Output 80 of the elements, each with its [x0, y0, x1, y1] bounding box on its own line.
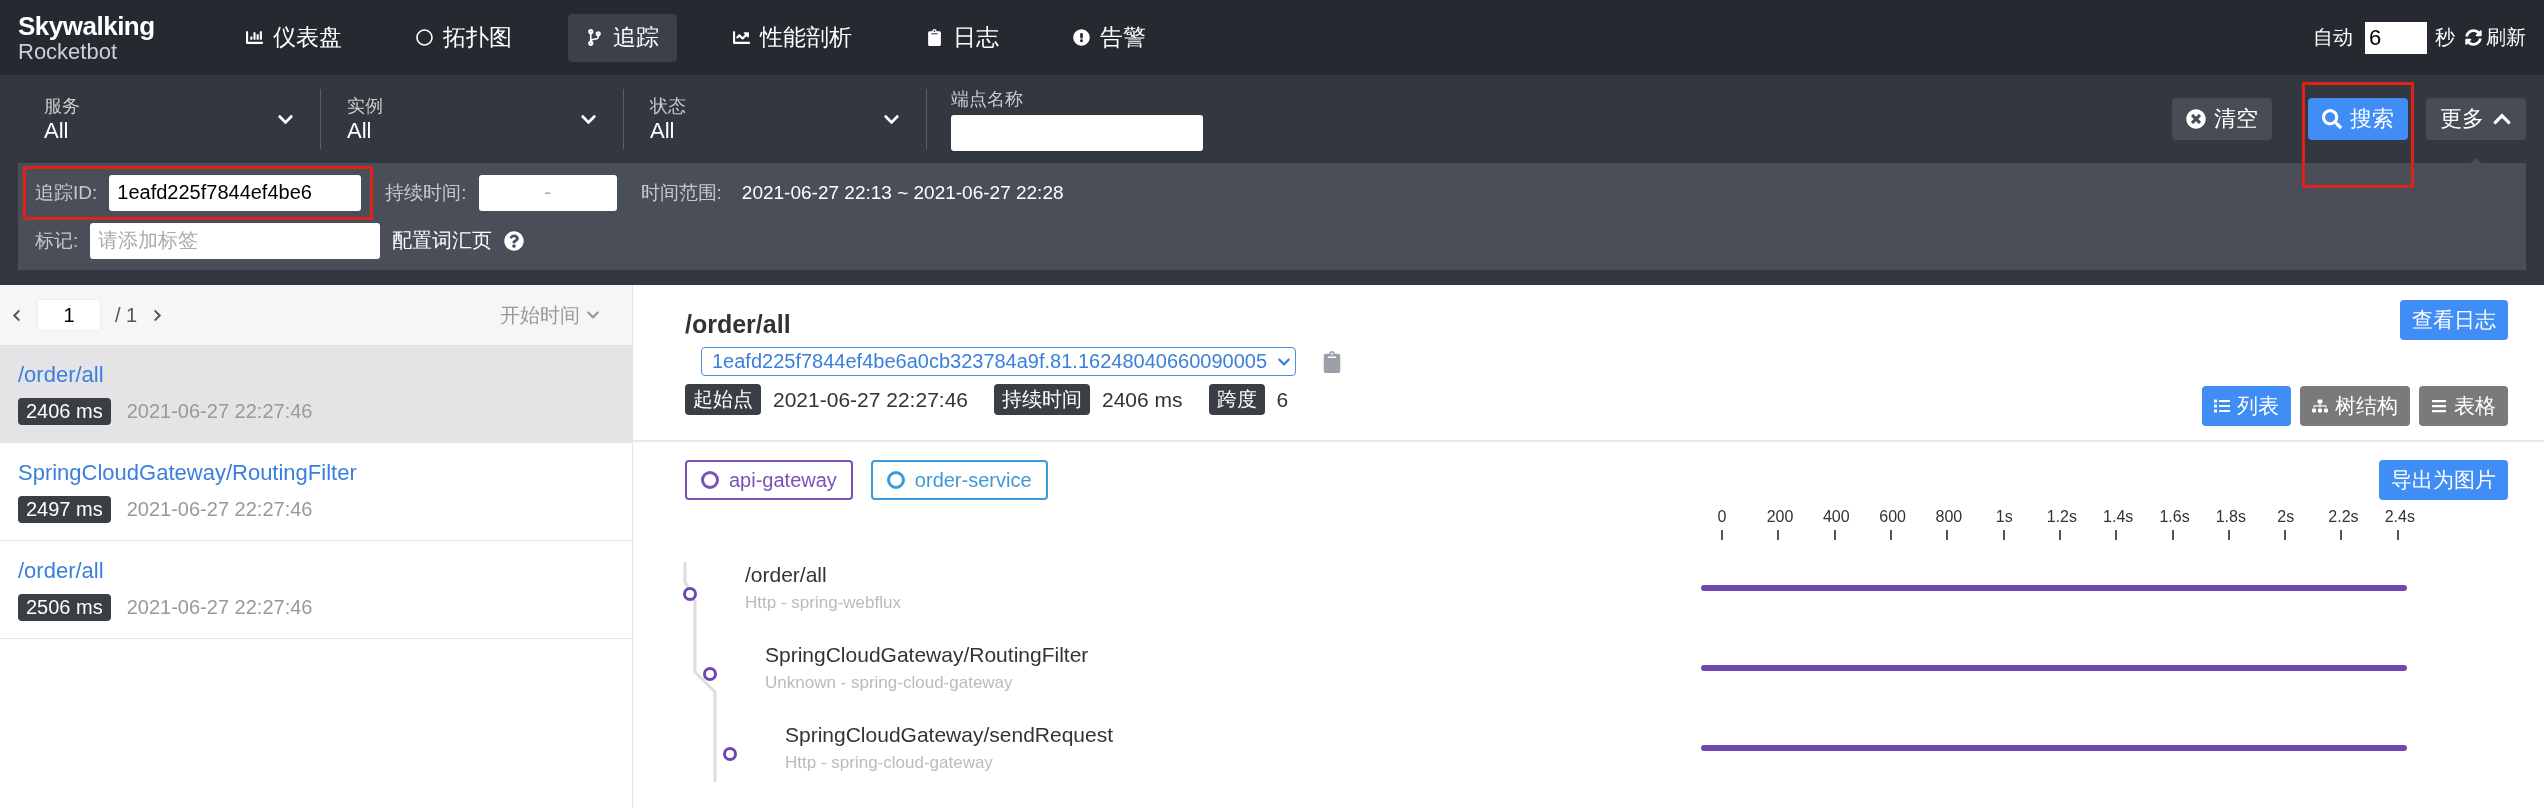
tag-field[interactable]: 请添加标签: [90, 222, 381, 259]
duration-field[interactable]: -: [478, 174, 617, 211]
help-icon[interactable]: [504, 230, 525, 251]
vocabulary-link[interactable]: 配置词汇页: [392, 227, 493, 254]
view-button[interactable]: 树结构: [2300, 386, 2410, 426]
trace-endpoint: SpringCloudGateway/RoutingFilter: [18, 460, 358, 486]
more-button[interactable]: 更多: [2426, 98, 2526, 140]
select-value: All: [44, 118, 70, 144]
auto-label: 自动: [2313, 25, 2353, 50]
previous-page-icon[interactable]: [10, 308, 23, 322]
meta-label: 持续时间: [994, 384, 1090, 415]
span-node: [703, 667, 717, 681]
span-name[interactable]: SpringCloudGateway/RoutingFilter: [765, 643, 1701, 667]
meta-value: 2021-06-27 22:27:46: [773, 387, 968, 412]
meta-label: 起始点: [685, 384, 761, 415]
select-label: 实例: [347, 95, 384, 118]
clipboard-icon: [926, 29, 943, 46]
select-value: All: [650, 118, 676, 144]
service-tag[interactable]: api-gateway: [685, 460, 853, 500]
alert-icon: [1073, 29, 1090, 46]
meta-label: 跨度: [1208, 384, 1265, 415]
trace-endpoint: /order/all: [18, 362, 105, 388]
logo-brand: Skywalking: [18, 11, 156, 40]
duration-tag: 2506 ms: [18, 594, 111, 621]
view-button[interactable]: 表格: [2419, 386, 2508, 426]
nav-item[interactable]: 日志: [908, 13, 1017, 62]
page-total: / 1: [115, 303, 138, 327]
list-icon: [2214, 398, 2230, 414]
logo-product: Rocketbot: [18, 39, 118, 64]
select-label: 服务: [44, 95, 81, 118]
duration-tag: 2406 ms: [18, 398, 111, 425]
trace-time: 2021-06-27 22:27:46: [126, 400, 313, 423]
filter-select[interactable]: 状态 All: [624, 89, 927, 149]
trace-title: /order/all: [685, 310, 792, 339]
meta-value: 6: [1276, 387, 1289, 412]
refresh-icon: [2465, 29, 2482, 46]
nav-item[interactable]: 性能剖析: [715, 13, 870, 62]
unit-label: 秒: [2435, 25, 2455, 50]
search-icon: [2322, 109, 2342, 129]
table-icon: [2431, 398, 2447, 414]
time-range-label: 时间范围:: [640, 180, 722, 205]
span-type: Http - spring-cloud-gateway: [785, 753, 994, 773]
tag-label: 标记:: [35, 228, 79, 253]
trace-id-label: 追踪ID:: [35, 180, 98, 205]
span-node: [683, 587, 697, 601]
span-type: Unknown - spring-cloud-gateway: [765, 673, 1014, 693]
bar-chart-icon: [246, 29, 263, 46]
branch-icon: [586, 29, 603, 46]
span-type: Http - spring-webflux: [745, 593, 902, 613]
page-field[interactable]: 1: [37, 299, 101, 331]
select-value: All: [347, 118, 373, 144]
filter-select[interactable]: 服务 All: [18, 89, 321, 149]
nav-item[interactable]: 追踪: [568, 13, 677, 62]
interval-field[interactable]: 6: [2365, 21, 2427, 54]
clear-button[interactable]: 清空: [2172, 98, 2272, 140]
endpoint-field[interactable]: [951, 115, 1203, 151]
refresh-button[interactable]: 刷新: [2465, 24, 2526, 51]
nav-item[interactable]: 拓扑图: [398, 13, 530, 62]
trace-id-select[interactable]: 1eafd225f7844ef4be6a0cb323784a9f.81.16248040660090005: [701, 347, 1296, 376]
line-chart-icon: [733, 29, 750, 46]
select-label: 状态: [650, 95, 687, 118]
hierarchy-icon: [2312, 398, 2328, 414]
duration-label: 持续时间:: [385, 180, 467, 205]
span-node: [723, 747, 737, 761]
trace-time: 2021-06-27 22:27:46: [126, 596, 313, 619]
span-name[interactable]: SpringCloudGateway/sendRequest: [785, 723, 1701, 747]
trace-time: 2021-06-27 22:27:46: [126, 498, 313, 521]
time-range-value: 2021-06-27 22:13 ~ 2021-06-27 22:28: [741, 181, 1064, 204]
filter-select[interactable]: 实例 All: [321, 89, 624, 149]
duration-tag: 2497 ms: [18, 496, 111, 523]
clipboard-icon[interactable]: [1322, 350, 1342, 373]
span-name[interactable]: /order/all: [745, 563, 1701, 587]
nav-item[interactable]: 告警: [1055, 13, 1164, 62]
trace-endpoint: /order/all: [18, 558, 105, 584]
trace-item[interactable]: /order/all 2406 ms 2021-06-27 22:27:46: [0, 345, 632, 443]
clear-icon: [2186, 109, 2206, 129]
nav-item[interactable]: 仪表盘: [228, 13, 360, 62]
meta-value: 2406 ms: [1102, 387, 1183, 412]
trace-id-field[interactable]: 1eafd225f7844ef4be6: [109, 174, 362, 211]
endpoint-label: 端点名称: [951, 88, 1024, 111]
